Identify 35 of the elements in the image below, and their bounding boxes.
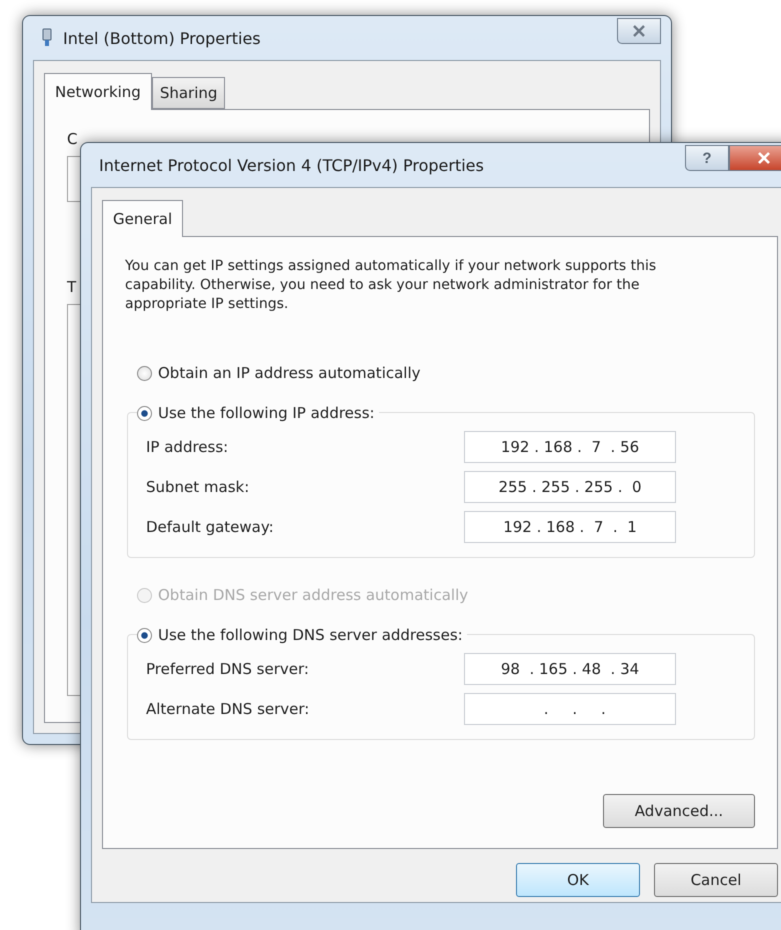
field-label: Default gateway: [146,518,274,536]
tab[interactable]: General [102,200,184,237]
ok-button[interactable]: OK [516,863,640,897]
ip-address-field[interactable]: . . . [464,693,676,725]
close-icon [632,25,646,37]
field-label: IP address: [146,438,228,456]
ip-address-field[interactable]: 255 . 255 . 255 . 0 [464,471,676,503]
ip-address-field[interactable]: 192 . 168 . 7 . 1 [464,511,676,543]
radio-label: Obtain DNS server address automatically [158,586,468,604]
section-label: T [67,278,76,296]
field-label: Subnet mask: [146,478,250,496]
radio-button[interactable] [137,628,152,642]
window-title: Intel (Bottom) Properties [63,28,262,48]
radio-label: Use the following IP address: [158,404,375,422]
section-label: C [67,130,78,148]
description-text: You can get IP settings assigned automatically if your network supports this capability. Otherwise, you need to ask your network administrator for the appropriate IP settings. [125,257,658,314]
close-button[interactable] [617,18,661,44]
network-adapter-icon [41,28,53,48]
advanced-button[interactable]: Advanced... [603,794,755,828]
radio-button[interactable] [137,366,152,380]
radio-label: Obtain an IP address automatically [158,364,421,382]
field-label: Alternate DNS server: [146,700,310,718]
window-title: Internet Protocol Version 4 (TCP/IPv4) Properties [99,156,485,174]
radio-button[interactable] [137,406,152,420]
tab[interactable]: Networking [44,73,152,110]
help-button[interactable]: ? [685,145,729,171]
ip-address-field[interactable]: 192 . 168 . 7 . 56 [464,431,676,463]
cancel-button[interactable]: Cancel [654,863,778,897]
field-label: Preferred DNS server: [146,660,309,678]
tab[interactable]: Sharing [152,77,226,109]
ip-address-field[interactable]: 98 . 165 . 48 . 34 [464,653,676,685]
close-button[interactable] [729,145,781,171]
close-icon [757,152,771,164]
radio-option[interactable]: Obtain an IP address automatically [137,364,755,382]
radio-label: Use the following DNS server addresses: [158,626,463,644]
